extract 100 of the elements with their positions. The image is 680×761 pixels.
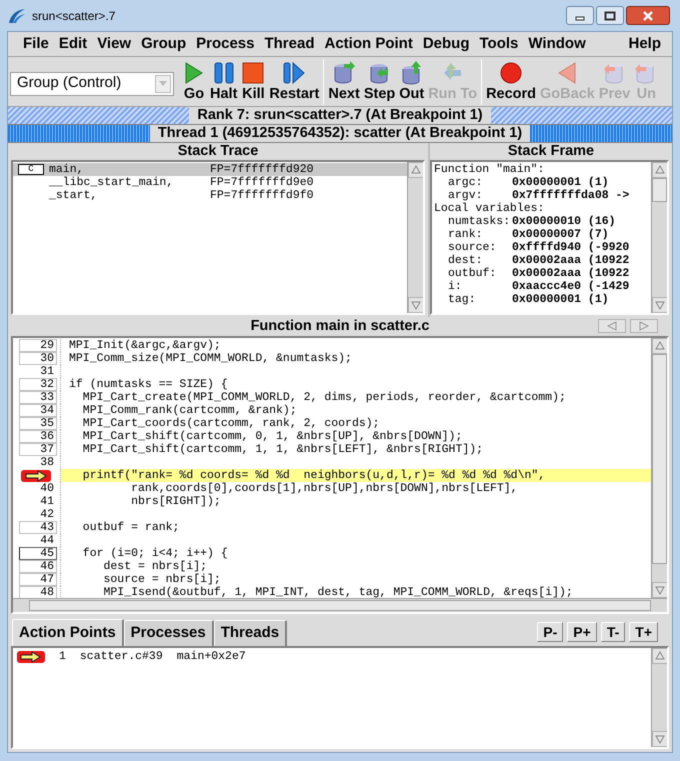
pause-icon: [212, 60, 236, 84]
variable-name: outbuf:: [447, 267, 498, 280]
code-line: nbrs[RIGHT]);: [130, 495, 222, 508]
app-logo-icon: [8, 8, 26, 24]
line-number: 37: [19, 443, 57, 456]
line-number: 46: [19, 560, 57, 573]
code-line: source = nbrs[i];: [102, 573, 222, 586]
breakpoint-icon: [17, 651, 45, 663]
minimize-button[interactable]: [566, 6, 594, 25]
line-number: 29: [19, 339, 57, 352]
menu-item[interactable]: Group: [136, 32, 192, 56]
variable-value: 0x00000010 (16): [512, 215, 616, 228]
section-heading: Function "main":: [434, 163, 546, 176]
toolbar-button[interactable]: T-: [600, 622, 626, 642]
maximize-button[interactable]: [596, 6, 624, 25]
left-arrow-icon: [607, 321, 617, 331]
record-icon: [499, 60, 524, 84]
stack-frame-row[interactable]: __libc_start_main, FP=7fffffffd9e0: [13, 176, 407, 189]
action-point-row[interactable]: 1 scatter.c#39 main+0x2e7: [13, 650, 651, 664]
language-badge: C: [18, 164, 44, 175]
toolbar-button[interactable]: Go: [180, 60, 208, 102]
scrollbar-thumb[interactable]: [652, 178, 667, 202]
menu-item[interactable]: Action Point: [320, 32, 418, 56]
line-number: 42: [39, 508, 55, 521]
database-arrow-icon: [400, 60, 424, 84]
toolbar-button[interactable]: Step: [362, 60, 398, 102]
toolbar-button[interactable]: Kill: [239, 60, 268, 102]
variable-name: dest:: [447, 254, 484, 267]
maximize-icon: [604, 10, 616, 20]
menu-item[interactable]: View: [92, 32, 136, 56]
pane-title: Stack Trace: [176, 143, 260, 160]
line-number: 33: [19, 391, 57, 404]
back-button[interactable]: [598, 319, 626, 333]
menu-item[interactable]: Debug: [418, 32, 474, 56]
tab[interactable]: Threads: [214, 620, 288, 646]
variable-name: tag:: [447, 293, 477, 306]
variable-value: 0x00002aaa (10922: [512, 267, 630, 280]
variable-name: argv:: [447, 189, 484, 202]
variable-value: 0x00000007 (7): [512, 228, 609, 241]
scrollbar-thumb[interactable]: [652, 354, 667, 564]
scrollbar[interactable]: [407, 162, 423, 313]
scrollbar[interactable]: [651, 338, 667, 598]
code-line: MPI_Init(&argc,&argv);: [68, 339, 222, 352]
group-dropdown[interactable]: Group (Control): [10, 72, 174, 96]
stack-frame-row[interactable]: _start, FP=7fffffffd9f0: [13, 189, 407, 202]
line-number: 32: [19, 378, 57, 391]
menu-item[interactable]: Tools: [474, 32, 524, 56]
code-line: MPI_Isend(&outbuf, 1, MPI_INT, dest, tag, MPI_COMM_WORLD, &reqs[i]);: [102, 586, 574, 598]
thread-status: Thread 1 (46912535764352): scatter (At Breakpoint 1): [150, 125, 530, 142]
toolbar-button[interactable]: Next: [326, 60, 362, 102]
toolbar-button[interactable]: Restart: [267, 60, 322, 102]
line-number: 45: [19, 547, 57, 560]
line-number: 41: [39, 495, 55, 508]
variable-name: argc:: [447, 176, 484, 189]
stack-frame-row[interactable]: C main, FP=7fffffffd920: [13, 163, 407, 176]
window-title: srun<scatter>.7: [32, 8, 116, 24]
restart-icon: [282, 60, 306, 84]
line-number: 44: [39, 534, 55, 547]
pane-title: Function main in scatter.c: [250, 316, 430, 336]
variable-value: 0x00000001 (1): [512, 176, 609, 189]
toolbar-button[interactable]: T+: [629, 622, 658, 642]
toolbar-button[interactable]: P+: [567, 622, 597, 642]
right-arrow-icon: [639, 321, 649, 331]
menu-item[interactable]: File: [18, 32, 54, 56]
scrollbar[interactable]: [651, 162, 667, 313]
menu-item[interactable]: Edit: [54, 32, 92, 56]
tab[interactable]: Processes: [124, 620, 214, 646]
variable-name: numtasks:: [447, 215, 512, 228]
menu-item[interactable]: Process: [191, 32, 260, 56]
close-button[interactable]: [626, 6, 670, 25]
scrollbar[interactable]: [651, 648, 667, 747]
code-line: MPI_Comm_rank(cartcomm, &rank);: [82, 404, 298, 417]
scrollbar[interactable]: [13, 598, 667, 612]
code-line: MPI_Comm_size(MPI_COMM_WORLD, &numtasks);: [68, 352, 353, 365]
menu-item[interactable]: Window: [523, 32, 591, 56]
line-number: 36: [19, 430, 57, 443]
code-line: MPI_Cart_create(MPI_COMM_WORLD, 2, dims, periods, reorder, &cartcomm);: [82, 391, 567, 404]
line-number: 34: [19, 404, 57, 417]
toolbar-button[interactable]: Halt: [208, 60, 240, 102]
variable-name: source:: [447, 241, 498, 254]
toolbar-button[interactable]: Record: [484, 60, 538, 102]
code-line: for (i=0; i<4; i++) {: [82, 547, 229, 560]
forward-button[interactable]: [630, 319, 658, 333]
line-number: 30: [19, 352, 57, 365]
pane-title: Stack Frame: [506, 143, 596, 160]
variable-value: 0x7fffffffda08 ->: [512, 189, 630, 202]
menu-item[interactable]: Thread: [259, 32, 320, 56]
database-arrow-icon: [332, 60, 356, 84]
rank-status: Rank 7: srun<scatter>.7 (At Breakpoint 1): [189, 107, 491, 124]
line-number: 31: [39, 365, 55, 378]
menu-item[interactable]: Help: [623, 32, 666, 56]
code-line: MPI_Cart_shift(cartcomm, 1, 1, &nbrs[LEFT], &nbrs[RIGHT]);: [82, 443, 484, 456]
variable-name: rank:: [447, 228, 484, 241]
variable-value: 0xffffd940 (-9920: [512, 241, 630, 254]
line-number: 40: [39, 482, 55, 495]
stop-icon: [241, 60, 266, 84]
toolbar-button[interactable]: Out: [397, 60, 426, 102]
toolbar-button[interactable]: P-: [537, 622, 564, 642]
tab[interactable]: Action Points: [12, 619, 124, 646]
code-line: rank,coords[0],coords[1],nbrs[UP],nbrs[DOWN],nbrs[LEFT],: [130, 482, 519, 495]
